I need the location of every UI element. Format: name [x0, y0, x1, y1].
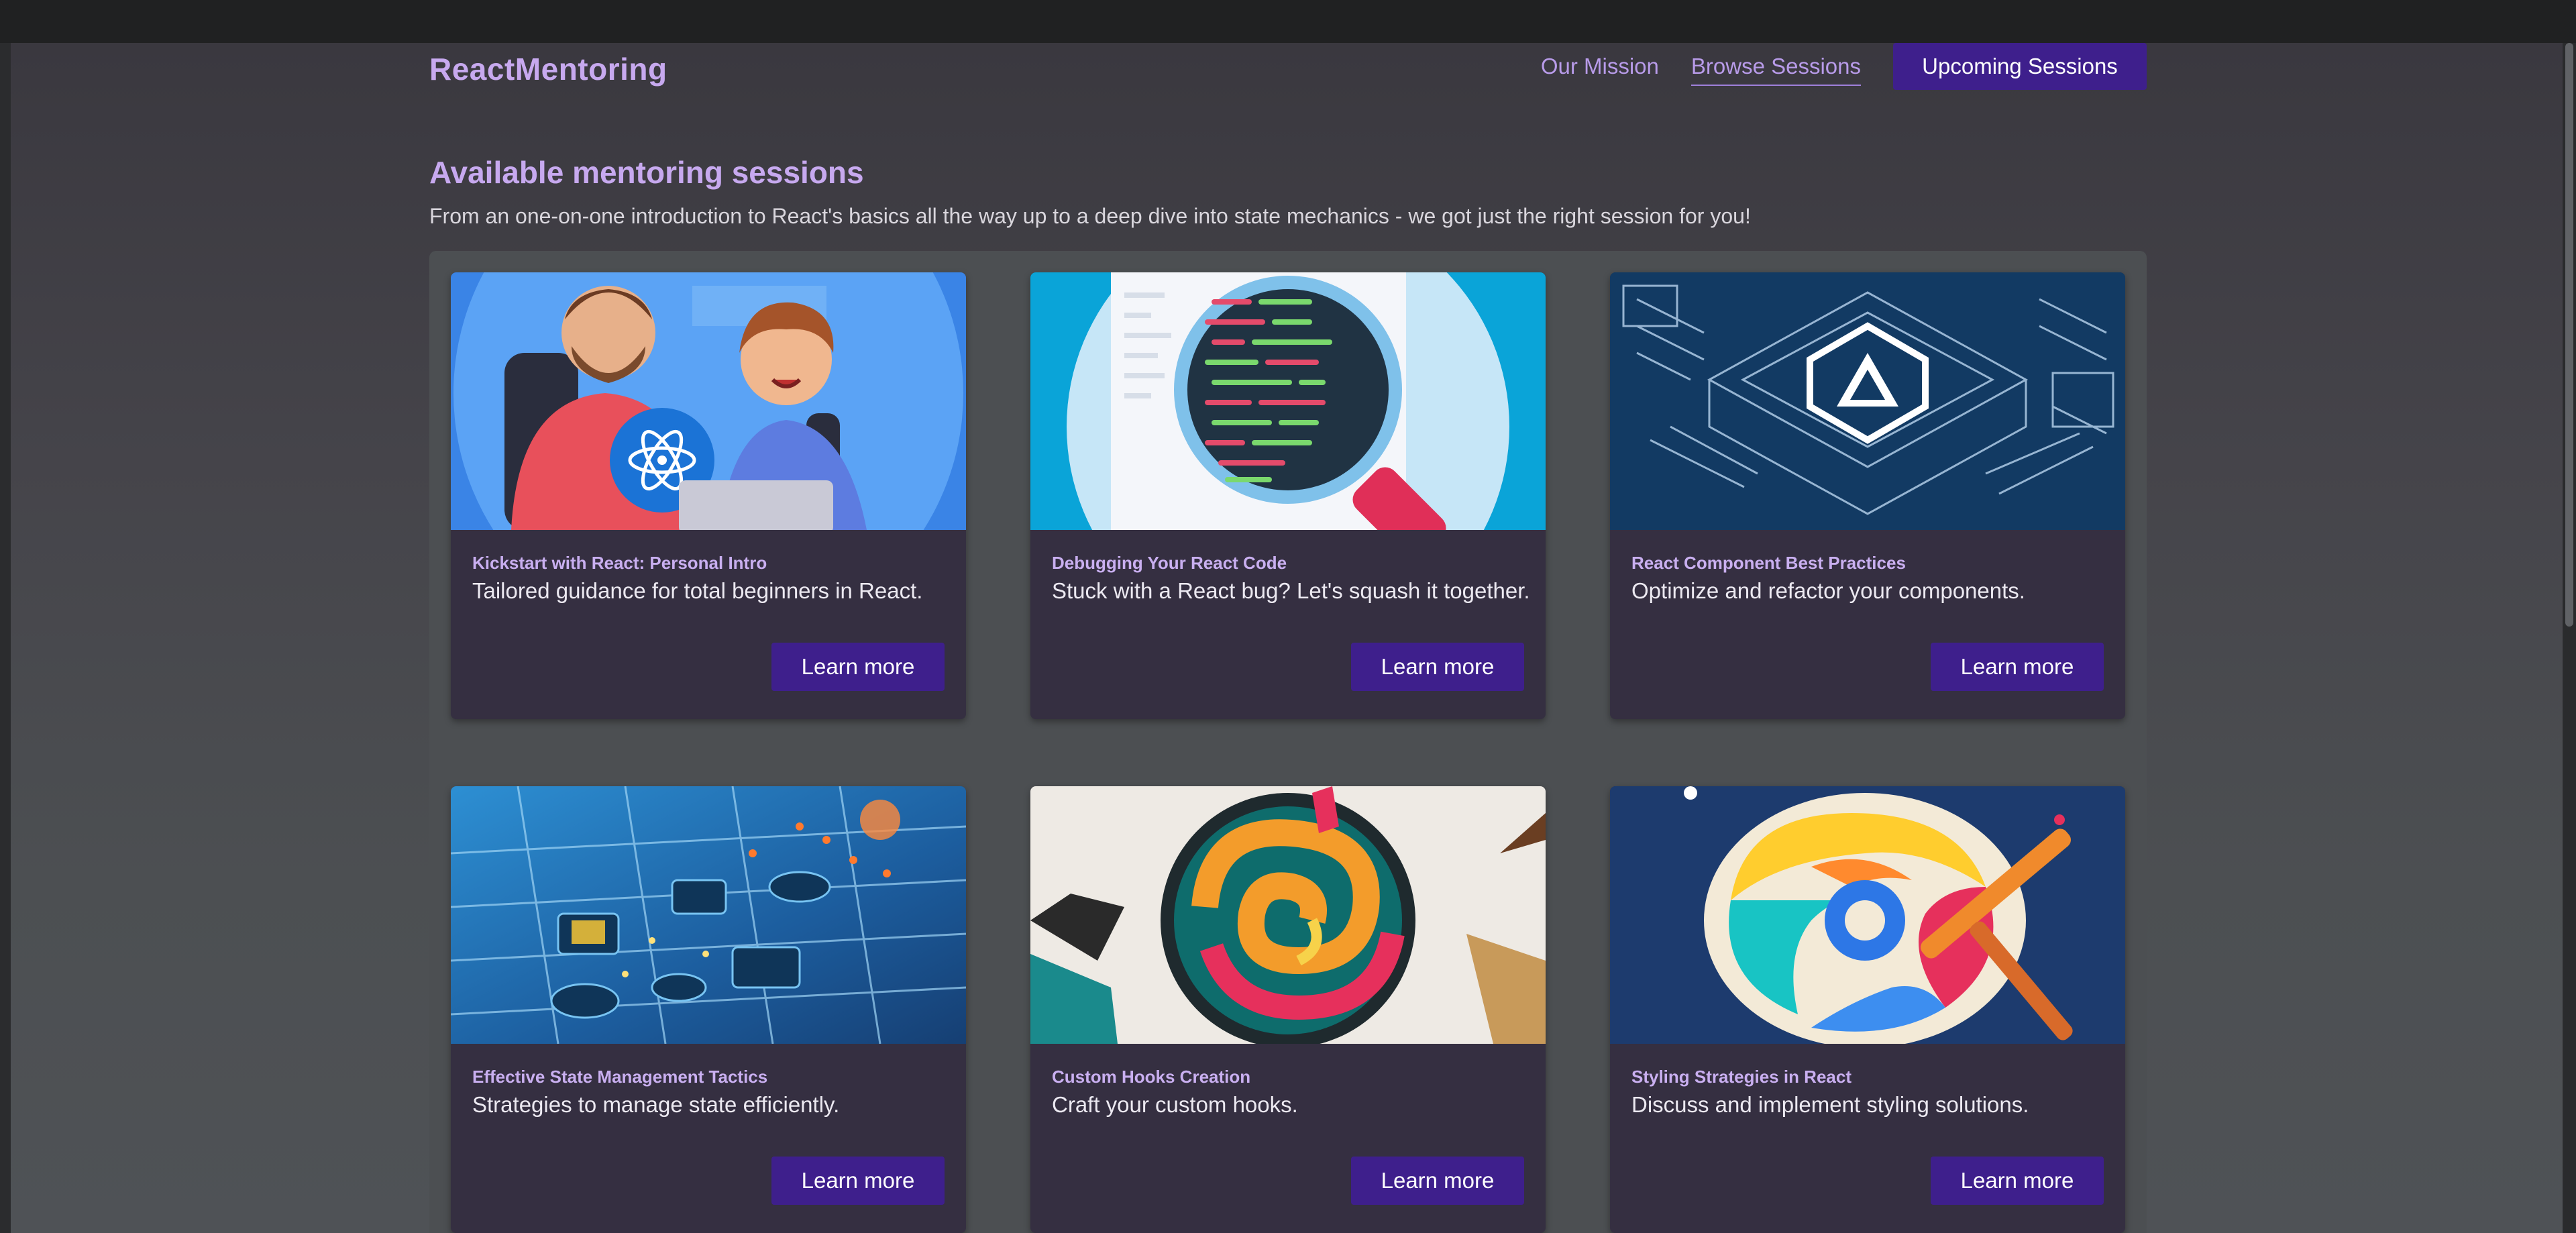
- nav-our-mission[interactable]: Our Mission: [1541, 54, 1659, 85]
- page-title: Available mentoring sessions: [429, 155, 864, 190]
- session-card[interactable]: Custom Hooks Creation Craft your custom …: [1030, 786, 1546, 1233]
- session-card[interactable]: Debugging Your React Code Stuck with a R…: [1030, 272, 1546, 719]
- session-summary: Tailored guidance for total beginners in…: [472, 578, 923, 603]
- learn-more-button[interactable]: Learn more: [1931, 643, 2104, 691]
- sessions-grid: Kickstart with React: Personal Intro Tai…: [429, 251, 2147, 1233]
- page: ReactMentoring Our Mission Browse Sessio…: [11, 43, 2563, 1233]
- session-title: Custom Hooks Creation: [1052, 1067, 1251, 1087]
- session-title: Kickstart with React: Personal Intro: [472, 553, 767, 573]
- scrollbar-thumb[interactable]: [2565, 43, 2573, 627]
- session-card[interactable]: Kickstart with React: Personal Intro Tai…: [451, 272, 966, 719]
- learn-more-button[interactable]: Learn more: [1351, 1157, 1524, 1205]
- circuit-board-state-illustration: [451, 786, 966, 1044]
- paint-brush-swirl-illustration: [1610, 786, 2125, 1044]
- upcoming-sessions-button[interactable]: Upcoming Sessions: [1893, 43, 2147, 90]
- session-card[interactable]: React Component Best Practices Optimize …: [1610, 272, 2125, 719]
- brand-logo[interactable]: ReactMentoring: [429, 51, 667, 87]
- session-card[interactable]: Effective State Management Tactics Strat…: [451, 786, 966, 1233]
- browser-top-strip: [0, 0, 2576, 43]
- learn-more-button[interactable]: Learn more: [771, 643, 945, 691]
- learn-more-button[interactable]: Learn more: [1351, 643, 1524, 691]
- main-nav: Our Mission Browse Sessions Upcoming Ses…: [1541, 43, 2147, 90]
- session-summary: Strategies to manage state efficiently.: [472, 1092, 840, 1117]
- session-title: Styling Strategies in React: [1631, 1067, 1851, 1087]
- content-container: ReactMentoring Our Mission Browse Sessio…: [429, 43, 2147, 1233]
- session-title: Effective State Management Tactics: [472, 1067, 768, 1087]
- session-summary: Stuck with a React bug? Let's squash it …: [1052, 578, 1530, 603]
- page-description: From an one-on-one introduction to React…: [429, 204, 1751, 228]
- session-summary: Discuss and implement styling solutions.: [1631, 1092, 2029, 1117]
- learn-more-button[interactable]: Learn more: [1931, 1157, 2104, 1205]
- mentor-and-student-illustration: [451, 272, 966, 530]
- session-card[interactable]: Styling Strategies in React Discuss and …: [1610, 786, 2125, 1233]
- session-title: React Component Best Practices: [1631, 553, 1906, 573]
- magnifying-glass-over-code-illustration: [1030, 272, 1546, 530]
- nav-browse-sessions[interactable]: Browse Sessions: [1690, 54, 1861, 86]
- learn-more-button[interactable]: Learn more: [771, 1157, 945, 1205]
- session-summary: Optimize and refactor your components.: [1631, 578, 2025, 603]
- session-title: Debugging Your React Code: [1052, 553, 1287, 573]
- component-blueprint-illustration: [1610, 272, 2125, 530]
- main-header: ReactMentoring Our Mission Browse Sessio…: [429, 43, 2147, 103]
- session-summary: Craft your custom hooks.: [1052, 1092, 1298, 1117]
- swirl-hook-logo-illustration: [1030, 786, 1546, 1044]
